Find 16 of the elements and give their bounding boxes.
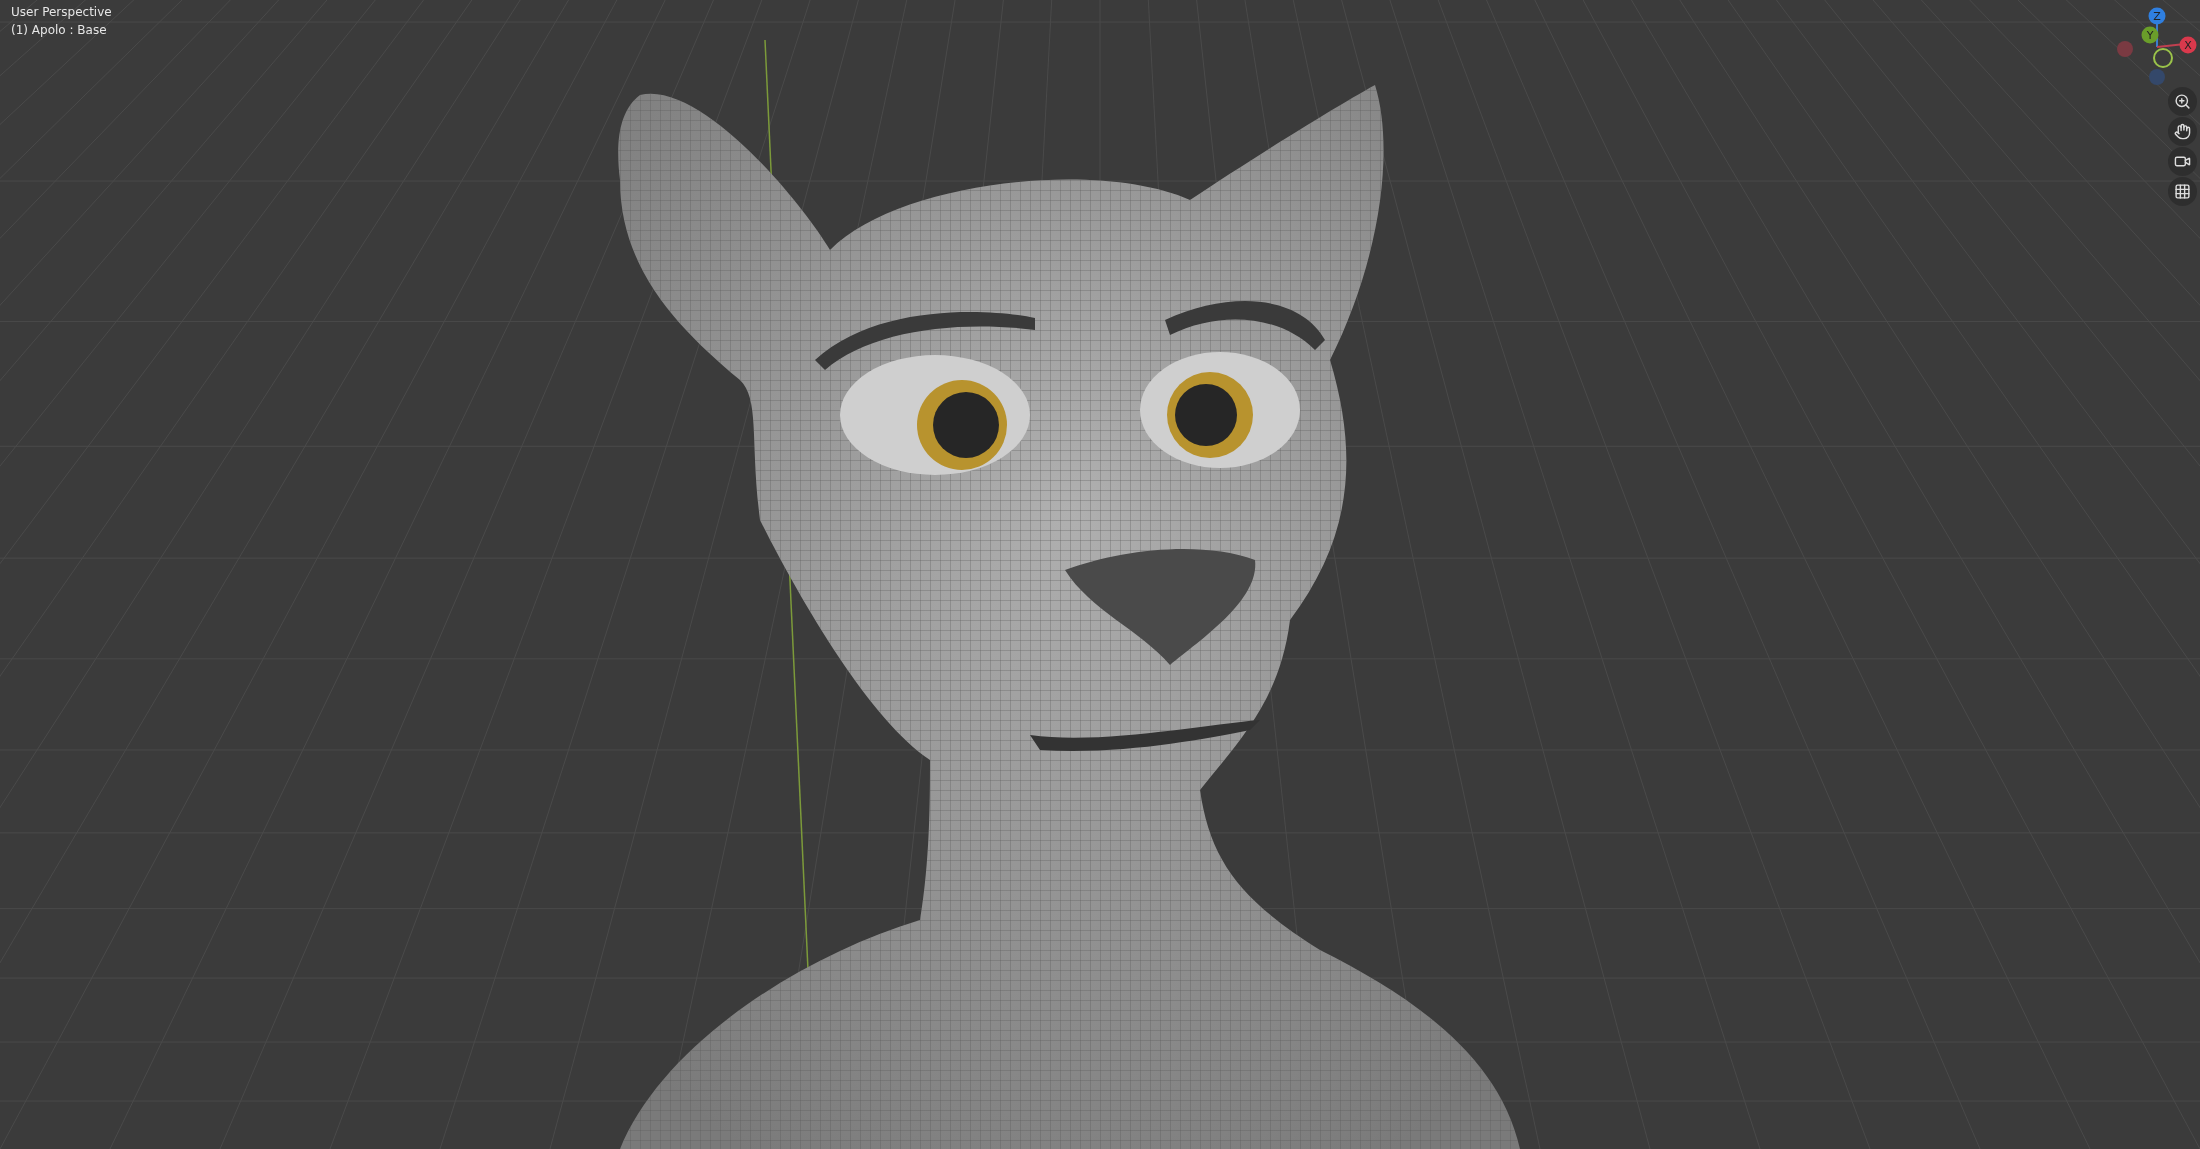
zoom-icon — [2174, 93, 2191, 110]
axis-handle[interactable]: Z — [2148, 7, 2166, 25]
3d-viewport[interactable]: User Perspective (1) Apolo : Base Z Y X — [0, 0, 2200, 1149]
negative-z-handle-icon[interactable] — [2149, 69, 2165, 85]
object-label: (1) Apolo : Base — [11, 23, 108, 38]
camera-button[interactable] — [2168, 147, 2197, 176]
axis-handle[interactable]: X — [2179, 36, 2197, 54]
zoom-button[interactable] — [2168, 87, 2197, 116]
hand-icon — [2174, 123, 2191, 140]
grid-icon — [2174, 183, 2191, 200]
view-name: User Perspective — [11, 5, 112, 20]
negative-x-handle-icon[interactable] — [2117, 41, 2133, 57]
pan-button[interactable] — [2168, 117, 2197, 146]
axis-handle[interactable]: Y — [2141, 26, 2159, 44]
negative-y-handle-icon[interactable] — [2153, 48, 2173, 68]
ortho-button[interactable] — [2168, 177, 2197, 206]
